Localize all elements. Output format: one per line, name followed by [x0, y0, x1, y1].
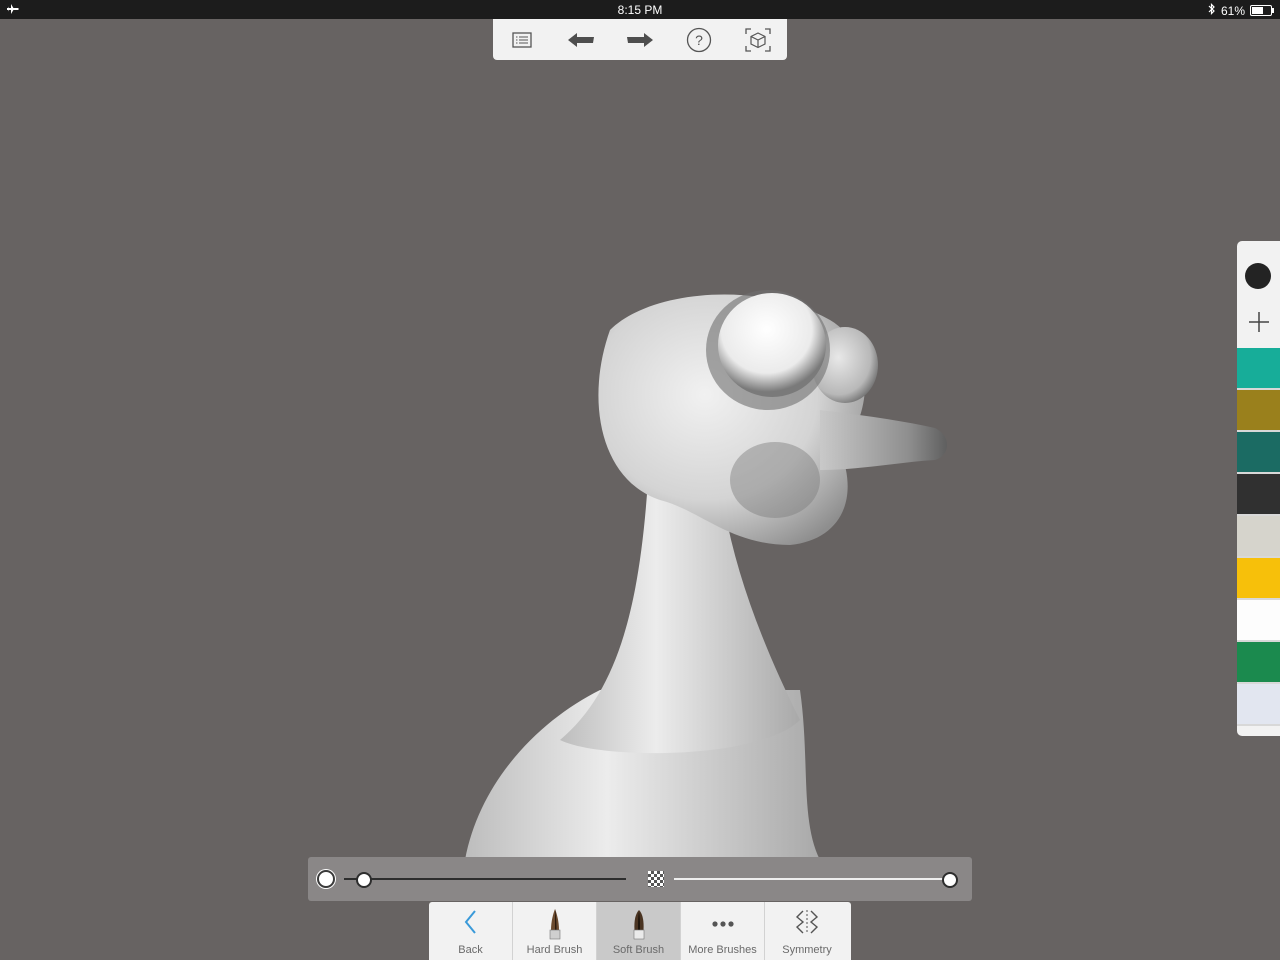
symmetry-label: Symmetry: [782, 944, 832, 956]
color-swatch-8[interactable]: [1237, 642, 1280, 684]
battery-icon: [1250, 5, 1274, 16]
color-swatch-4[interactable]: [1237, 474, 1280, 516]
brush-size-icon: [317, 870, 335, 888]
soft-brush-button[interactable]: Soft Brush: [597, 902, 681, 960]
size-slider-knob[interactable]: [356, 872, 373, 888]
hard-brush-icon: [547, 908, 563, 945]
list-icon[interactable]: [502, 22, 542, 58]
add-color-icon[interactable]: [1246, 309, 1272, 335]
chevron-left-icon: [461, 908, 481, 941]
hard-brush-label: Hard Brush: [526, 944, 583, 956]
symmetry-button[interactable]: Symmetry: [765, 902, 849, 960]
svg-text:?: ?: [695, 32, 703, 48]
current-color-swatch[interactable]: [1245, 263, 1271, 289]
bottom-toolbar: Back Hard Brush Soft Brush More Brushes …: [429, 902, 851, 960]
back-label: Back: [458, 944, 483, 956]
color-palette: [1237, 241, 1280, 736]
battery-percent: 61%: [1220, 3, 1245, 18]
color-swatch-2[interactable]: [1237, 390, 1280, 432]
more-brushes-label: More Brushes: [688, 944, 757, 956]
soft-brush-icon: [631, 908, 647, 945]
swatch-list: [1237, 348, 1280, 726]
more-brushes-button[interactable]: More Brushes: [681, 902, 765, 960]
opacity-icon: [648, 871, 664, 887]
help-icon[interactable]: ?: [679, 22, 719, 58]
top-toolbar: ?: [493, 19, 787, 60]
color-swatch-3[interactable]: [1237, 432, 1280, 474]
ellipsis-icon: [709, 908, 737, 941]
color-swatch-1[interactable]: [1237, 348, 1280, 390]
color-swatch-9[interactable]: [1237, 684, 1280, 726]
color-swatch-6[interactable]: [1237, 558, 1280, 600]
bluetooth-icon: [1208, 3, 1216, 18]
redo-arrow-icon[interactable]: [620, 22, 660, 58]
size-slider-track[interactable]: [344, 878, 626, 880]
symmetry-icon: [792, 908, 822, 941]
opacity-slider-knob[interactable]: [942, 872, 958, 888]
sculpt-model-viewport[interactable]: [0, 0, 1280, 960]
opacity-slider-track[interactable]: [674, 878, 956, 880]
frame-cube-icon[interactable]: [738, 22, 778, 58]
status-bar: 8:15 PM 61%: [0, 0, 1280, 19]
hard-brush-button[interactable]: Hard Brush: [513, 902, 597, 960]
color-swatch-7[interactable]: [1237, 600, 1280, 642]
clock: 8:15 PM: [617, 3, 663, 17]
soft-brush-label: Soft Brush: [612, 944, 665, 956]
undo-arrow-icon[interactable]: [561, 22, 601, 58]
color-swatch-5[interactable]: [1237, 516, 1280, 558]
brush-slider-bar: [308, 857, 972, 901]
back-button[interactable]: Back: [429, 902, 513, 960]
